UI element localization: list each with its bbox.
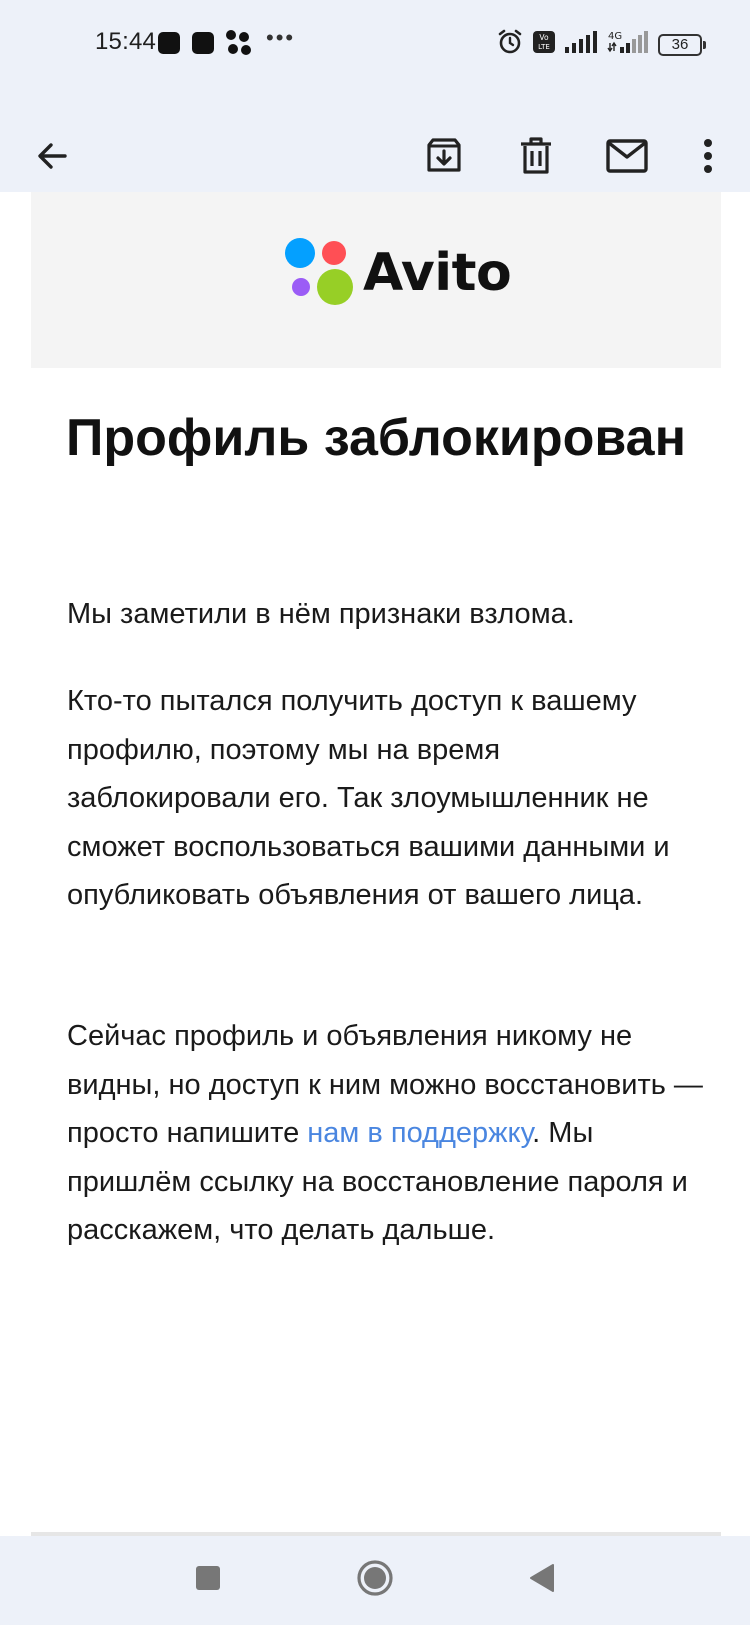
signal-strength-icon bbox=[564, 30, 598, 59]
avito-logo-text: Avito bbox=[363, 243, 512, 303]
more-vert-icon bbox=[702, 138, 714, 179]
more-options-button[interactable] bbox=[680, 130, 736, 186]
email-paragraph-2: Кто-то пытался получить доступ к вашему … bbox=[67, 685, 670, 911]
mark-unread-button[interactable] bbox=[599, 130, 655, 186]
recents-square-icon bbox=[195, 1565, 221, 1596]
svg-text:4G: 4G bbox=[608, 31, 622, 42]
avito-logo-dots-icon bbox=[285, 238, 355, 308]
battery-icon: 36 bbox=[658, 33, 706, 56]
back-triangle-icon bbox=[528, 1563, 556, 1598]
screen: 15:44 ••• Vo LTE 4G 36 Avito Профиль заб… bbox=[0, 0, 750, 1625]
status-bar: 15:44 ••• Vo LTE 4G 36 bbox=[0, 0, 750, 88]
email-paragraph-3: Сейчас профиль и объявления никому не ви… bbox=[67, 1012, 707, 1255]
delete-icon bbox=[519, 136, 553, 180]
system-back-button[interactable] bbox=[520, 1558, 564, 1602]
email-header-banner: Avito bbox=[31, 192, 721, 368]
support-link[interactable]: нам в поддержку bbox=[307, 1117, 532, 1149]
avito-logo: Avito bbox=[285, 238, 512, 308]
volte-icon: Vo LTE bbox=[532, 30, 556, 59]
notification-dots-icon bbox=[226, 30, 252, 56]
back-button[interactable] bbox=[24, 130, 80, 186]
email-title: Профиль заблокирован bbox=[66, 409, 686, 467]
delete-button[interactable] bbox=[508, 130, 564, 186]
signal-4g-icon: 4G bbox=[606, 29, 650, 60]
mail-icon bbox=[606, 138, 648, 178]
system-navigation-bar bbox=[0, 1536, 750, 1625]
archive-icon bbox=[425, 137, 463, 180]
home-circle-icon bbox=[356, 1559, 394, 1602]
email-app-bar bbox=[0, 88, 750, 192]
notification-app-icon bbox=[192, 32, 214, 54]
alarm-icon bbox=[496, 28, 524, 61]
svg-text:LTE: LTE bbox=[538, 43, 550, 51]
status-notification-icons: ••• bbox=[158, 25, 296, 56]
svg-text:Vo: Vo bbox=[539, 33, 549, 42]
email-body: Avito Профиль заблокирован Мы заметили в… bbox=[0, 192, 750, 1536]
status-system-icons: Vo LTE 4G 36 bbox=[488, 28, 706, 61]
recents-button[interactable] bbox=[186, 1558, 230, 1602]
back-arrow-icon bbox=[35, 139, 69, 178]
status-time: 15:44 bbox=[95, 28, 157, 55]
more-notifications-icon: ••• bbox=[266, 25, 296, 50]
home-button[interactable] bbox=[353, 1558, 397, 1602]
archive-button[interactable] bbox=[416, 130, 472, 186]
email-paragraph-1: Мы заметили в нём признаки взлома. bbox=[67, 598, 575, 630]
notification-app-icon bbox=[158, 32, 180, 54]
